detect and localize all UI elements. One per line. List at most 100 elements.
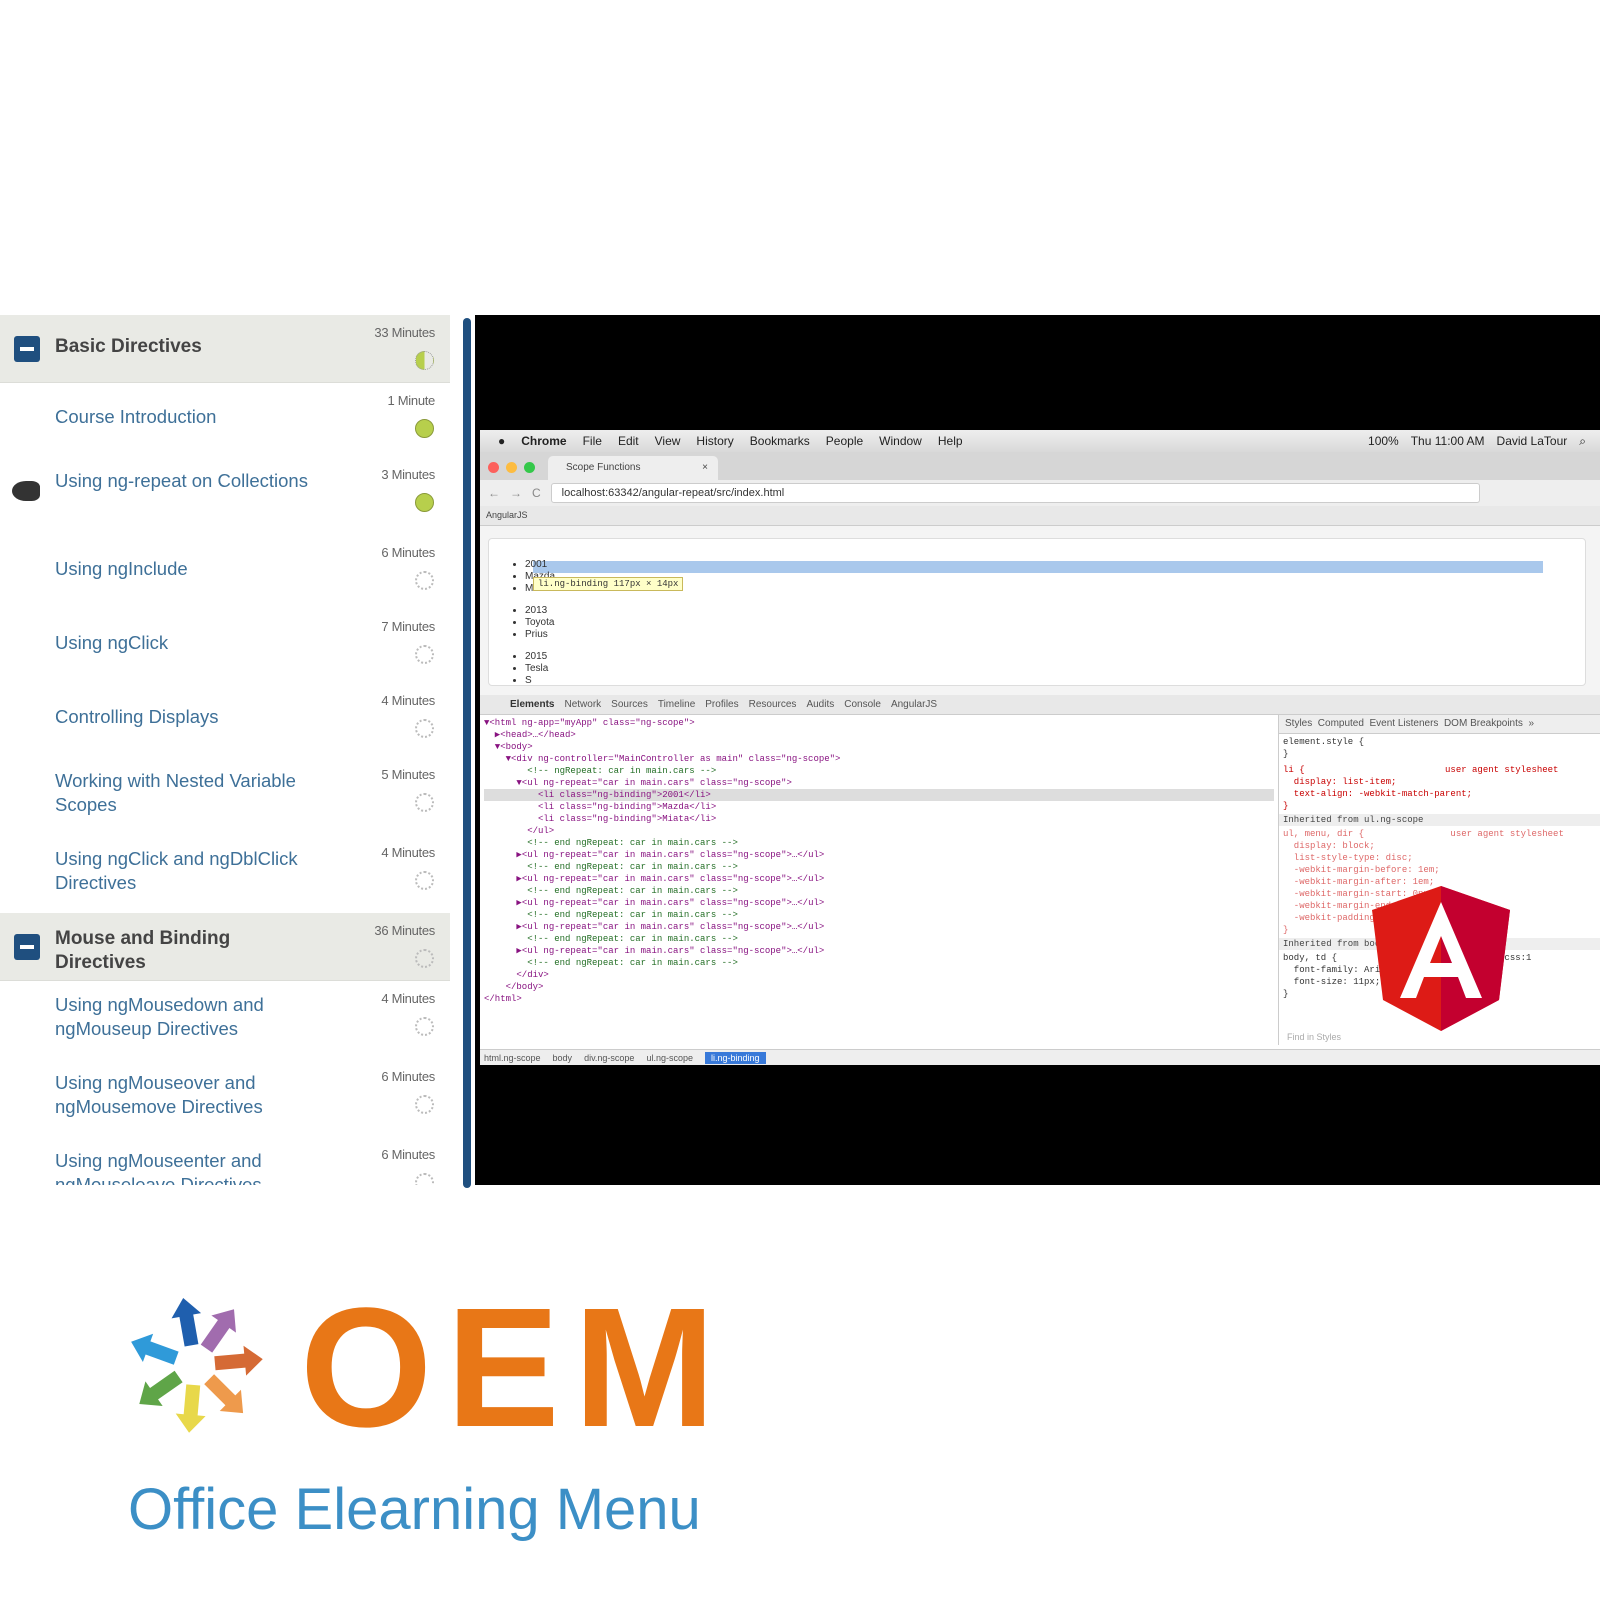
lesson-title[interactable]: Using ngMousedown and ngMouseup Directiv… — [55, 993, 325, 1041]
tab-angularjs[interactable]: AngularJS — [891, 699, 937, 710]
tab-console[interactable]: Console — [844, 699, 881, 710]
menu-help[interactable]: Help — [938, 434, 963, 448]
lesson-item[interactable]: Using ngClick and ngDblClick Directives 4… — [0, 835, 450, 913]
tab-network[interactable]: Network — [564, 699, 601, 710]
lesson-duration: 4 Minutes — [381, 845, 435, 860]
menu-bookmarks[interactable]: Bookmarks — [750, 434, 810, 448]
dom-node[interactable]: <!-- end ngRepeat: car in main.cars --> — [484, 837, 1274, 849]
section-header[interactable]: Basic Directives 33 Minutes — [0, 315, 450, 383]
breadcrumb-item[interactable]: div.ng-scope — [584, 1053, 634, 1063]
section-title: Mouse and Binding Directives — [55, 928, 231, 973]
lesson-title[interactable]: Using ngMouseover and ngMousemove Direct… — [55, 1071, 325, 1119]
dom-node[interactable]: ▶<ul ng-repeat="car in main.cars" class=… — [484, 849, 1274, 861]
lesson-item[interactable]: Course Introduction 1 Minute — [0, 383, 450, 457]
lesson-title[interactable]: Using ngMouseenter and ngMouseleave Dire… — [55, 1149, 325, 1185]
dom-node[interactable]: </ul> — [484, 825, 1274, 837]
lesson-duration: 6 Minutes — [381, 1069, 435, 1084]
dom-node[interactable]: </div> — [484, 969, 1274, 981]
lesson-title[interactable]: Course Introduction — [55, 405, 325, 429]
maximize-window-icon[interactable] — [524, 462, 535, 473]
tab-resources[interactable]: Resources — [749, 699, 797, 710]
list-item: S — [525, 675, 555, 685]
lesson-item[interactable]: Using ngClick 7 Minutes — [0, 609, 450, 683]
dom-node[interactable]: ▶<ul ng-repeat="car in main.cars" class=… — [484, 945, 1274, 957]
dom-node[interactable]: ▶<head>…</head> — [484, 729, 1274, 741]
menu-edit[interactable]: Edit — [618, 434, 639, 448]
list-item: 2001 — [525, 559, 555, 571]
menu-people[interactable]: People — [826, 434, 863, 448]
dom-node[interactable]: ▶<ul ng-repeat="car in main.cars" class=… — [484, 873, 1274, 885]
list-item: 2015 — [525, 651, 555, 663]
collapse-icon[interactable] — [14, 934, 40, 960]
lesson-duration: 1 Minute — [387, 393, 436, 408]
close-window-icon[interactable] — [488, 462, 499, 473]
minimize-window-icon[interactable] — [506, 462, 517, 473]
dom-node[interactable]: <!-- end ngRepeat: car in main.cars --> — [484, 885, 1274, 897]
tab-sources[interactable]: Sources — [611, 699, 648, 710]
browser-tab[interactable]: Scope Functions × — [548, 456, 718, 480]
breadcrumb-item[interactable]: html.ng-scope — [484, 1053, 541, 1063]
lesson-item[interactable]: Using ngMouseover and ngMousemove Direct… — [0, 1059, 450, 1137]
styles-tabs[interactable]: Styles Computed Event Listeners DOM Brea… — [1279, 715, 1600, 734]
dom-node[interactable]: <li class="ng-binding">Mazda</li> — [484, 801, 1274, 813]
dom-node[interactable]: <li class="ng-binding">2001</li> — [484, 789, 1274, 801]
close-tab-icon[interactable]: × — [702, 462, 708, 473]
dom-node[interactable]: <!-- end ngRepeat: car in main.cars --> — [484, 957, 1274, 969]
lesson-title[interactable]: Controlling Displays — [55, 705, 325, 729]
dom-node[interactable]: ▶<ul ng-repeat="car in main.cars" class=… — [484, 897, 1274, 909]
section-header[interactable]: Mouse and Binding Directives 36 Minutes — [0, 913, 450, 981]
elements-tree[interactable]: ▼<html ng-app="myApp" class="ng-scope"> … — [480, 715, 1278, 1045]
sidebar-scrollbar[interactable] — [463, 318, 471, 1188]
forward-icon[interactable]: → — [510, 486, 522, 500]
lesson-item[interactable]: Controlling Displays 4 Minutes — [0, 683, 450, 757]
dom-node[interactable]: <!-- end ngRepeat: car in main.cars --> — [484, 933, 1274, 945]
menu-history[interactable]: History — [696, 434, 733, 448]
menu-window[interactable]: Window — [879, 434, 922, 448]
dom-node[interactable]: ▼<body> — [484, 741, 1274, 753]
tab-elements[interactable]: Elements — [510, 699, 554, 710]
list-item: Prius — [525, 629, 555, 641]
spotlight-search-icon[interactable]: ⌕ — [1579, 434, 1586, 449]
menu-chrome[interactable]: Chrome — [521, 434, 566, 448]
find-in-styles[interactable]: Find in Styles — [1287, 1031, 1341, 1043]
menu-file[interactable]: File — [583, 434, 602, 448]
reload-icon[interactable]: C — [532, 486, 541, 500]
menubar-clock: Thu 11:00 AM — [1410, 433, 1485, 448]
dom-node[interactable]: ▼<div ng-controller="MainController as m… — [484, 753, 1274, 765]
lesson-item[interactable]: Using ngMousedown and ngMouseup Directiv… — [0, 981, 450, 1059]
dom-node[interactable]: <!-- end ngRepeat: car in main.cars --> — [484, 909, 1274, 921]
dom-node[interactable]: <!-- end ngRepeat: car in main.cars --> — [484, 861, 1274, 873]
tab-audits[interactable]: Audits — [806, 699, 834, 710]
list-item: 2013 — [525, 605, 555, 617]
section-duration: 36 Minutes — [374, 923, 435, 938]
breadcrumb-item[interactable]: body — [553, 1053, 573, 1063]
not-started-icon — [415, 949, 434, 968]
lesson-title[interactable]: Using ngInclude — [55, 557, 325, 581]
dom-node[interactable]: ▶<ul ng-repeat="car in main.cars" class=… — [484, 921, 1274, 933]
breadcrumb-item[interactable]: li.ng-binding — [704, 1051, 766, 1064]
dom-node[interactable]: </body> — [484, 981, 1274, 993]
dom-node[interactable]: </html> — [484, 993, 1274, 1005]
tab-timeline[interactable]: Timeline — [658, 699, 695, 710]
lesson-item[interactable]: Using ngMouseenter and ngMouseleave Dire… — [0, 1137, 450, 1185]
lesson-duration: 6 Minutes — [381, 1147, 435, 1162]
inspect-highlight — [533, 561, 1543, 573]
lesson-title[interactable]: Using ngClick and ngDblClick Directives — [55, 847, 325, 895]
lesson-title[interactable]: Using ng-repeat on Collections — [55, 469, 325, 493]
tab-profiles[interactable]: Profiles — [705, 699, 738, 710]
bookmark-angularjs[interactable]: AngularJS — [486, 510, 528, 520]
dom-node[interactable]: <li class="ng-binding">Miata</li> — [484, 813, 1274, 825]
dom-node[interactable]: <!-- ngRepeat: car in main.cars --> — [484, 765, 1274, 777]
lesson-item[interactable]: Using ngInclude 6 Minutes — [0, 535, 450, 609]
lesson-title[interactable]: Working with Nested Variable Scopes — [55, 769, 325, 817]
address-bar[interactable]: localhost:63342/angular-repeat/src/index… — [550, 483, 1480, 503]
lesson-title[interactable]: Using ngClick — [55, 631, 325, 655]
breadcrumb-item[interactable]: ul.ng-scope — [646, 1053, 693, 1063]
back-icon[interactable]: ← — [488, 486, 500, 500]
collapse-icon[interactable] — [14, 336, 40, 362]
menu-view[interactable]: View — [655, 434, 681, 448]
dom-node[interactable]: ▼<html ng-app="myApp" class="ng-scope"> — [484, 717, 1274, 729]
lesson-item[interactable]: Working with Nested Variable Scopes 5 Min… — [0, 757, 450, 835]
dom-node[interactable]: ▼<ul ng-repeat="car in main.cars" class=… — [484, 777, 1274, 789]
lesson-item[interactable]: Using ng-repeat on Collections 3 Minutes — [0, 457, 450, 535]
